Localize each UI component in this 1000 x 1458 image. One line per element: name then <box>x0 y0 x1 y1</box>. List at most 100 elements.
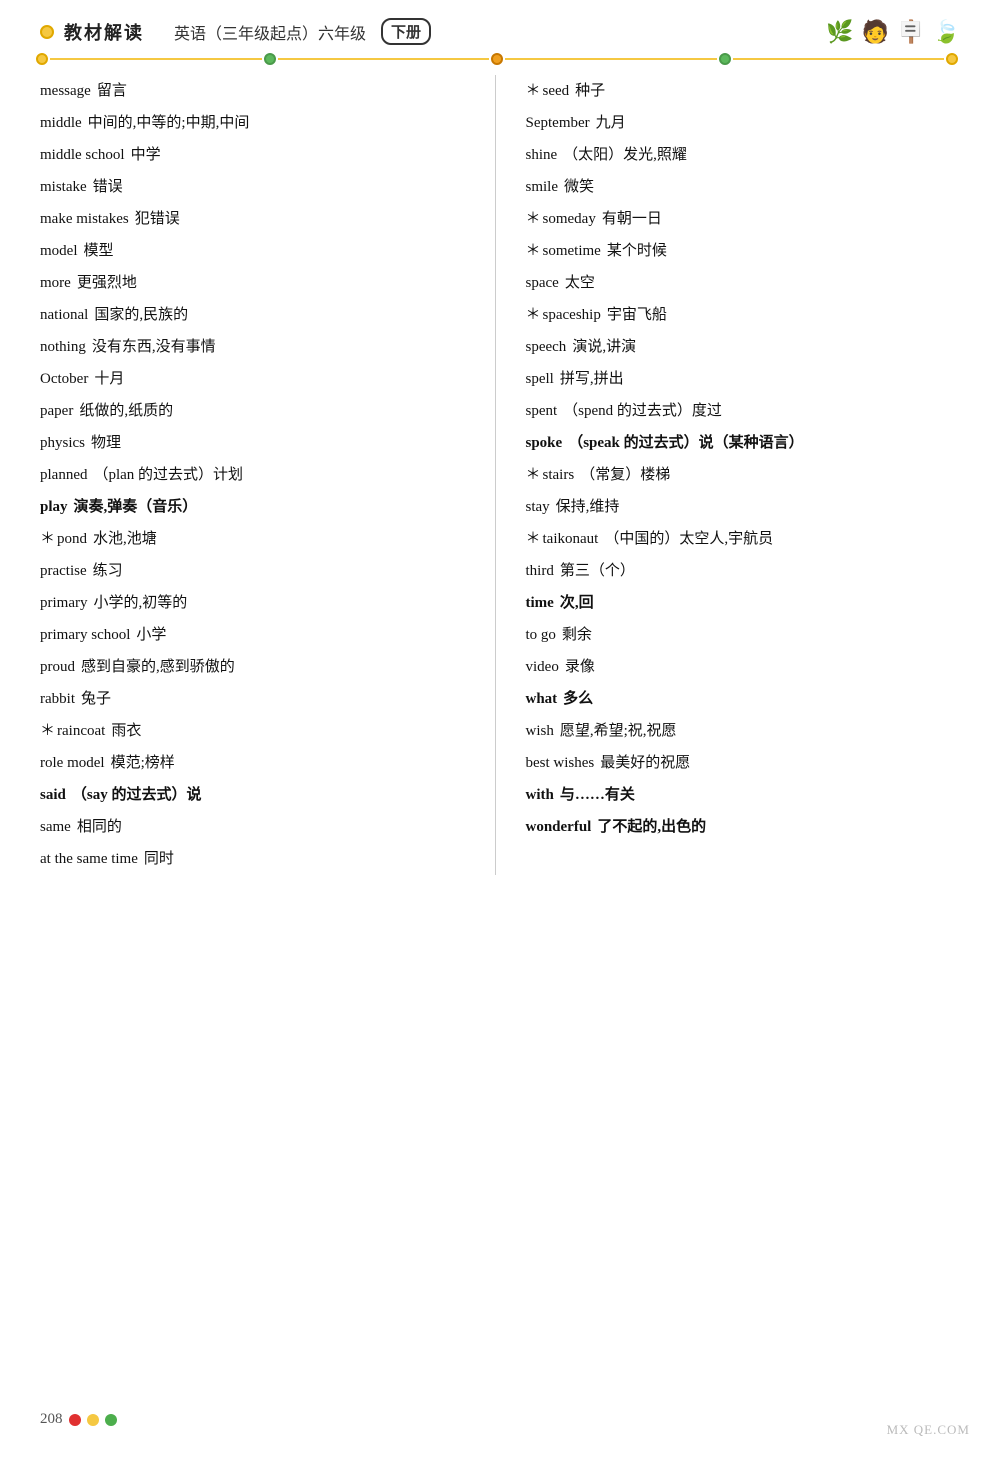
header-icons: 🌿 🧑 🪧 🍃 <box>826 19 960 45</box>
entry-word: play <box>40 495 68 519</box>
entry-word: national <box>40 303 88 327</box>
main-content: message留言middle中间的,中等的;中期,中间middle schoo… <box>0 65 1000 875</box>
list-item: video录像 <box>526 651 961 683</box>
entry-meaning: 同时 <box>144 847 174 871</box>
entry-word: sometime <box>543 239 601 263</box>
entry-word: spaceship <box>543 303 601 327</box>
entry-meaning: （speak 的过去式）说（某种语言） <box>568 431 803 455</box>
entry-word: taikonaut <box>543 527 599 551</box>
entry-meaning: 剩余 <box>562 623 592 647</box>
footer-dot-yellow <box>87 1414 99 1426</box>
page-header: 教材解读 英语（三年级起点）六年级 下册 🌿 🧑 🪧 🍃 <box>0 0 1000 45</box>
list-item: best wishes最美好的祝愿 <box>526 747 961 779</box>
list-item: primary school小学 <box>40 619 475 651</box>
list-item: planned（plan 的过去式）计划 <box>40 459 475 491</box>
entry-meaning: 九月 <box>596 111 626 135</box>
entry-meaning: 演奏,弹奏（音乐） <box>74 495 198 519</box>
entry-meaning: 中间的,中等的;中期,中间 <box>88 111 250 135</box>
list-item: ＊raincoat雨衣 <box>40 715 475 747</box>
entry-word: shine <box>526 143 558 167</box>
entry-meaning: 有朝一日 <box>602 207 662 231</box>
timeline-dot-end <box>946 53 958 65</box>
timeline-line-4 <box>733 58 945 60</box>
asterisk-marker: ＊ <box>526 207 541 231</box>
entry-word: spent <box>526 399 558 423</box>
list-item: stay保持,维持 <box>526 491 961 523</box>
entry-meaning: 小学 <box>136 623 166 647</box>
entry-meaning: 兔子 <box>81 687 111 711</box>
entry-word: same <box>40 815 71 839</box>
timeline-dot-1 <box>264 53 276 65</box>
entry-meaning: （say 的过去式）说 <box>72 783 202 807</box>
entry-word: said <box>40 783 66 807</box>
entry-word: to go <box>526 623 556 647</box>
entry-meaning: 雨衣 <box>111 719 141 743</box>
entry-word: time <box>526 591 554 615</box>
entry-meaning: 某个时候 <box>607 239 667 263</box>
timeline-dot-start <box>36 53 48 65</box>
header-left: 教材解读 英语（三年级起点）六年级 下册 <box>40 18 431 45</box>
list-item: middle中间的,中等的;中期,中间 <box>40 107 475 139</box>
entry-meaning: 多么 <box>563 687 593 711</box>
entry-meaning: （spend 的过去式）度过 <box>563 399 722 423</box>
entry-word: mistake <box>40 175 87 199</box>
asterisk-marker: ＊ <box>40 527 55 551</box>
list-item: same相同的 <box>40 811 475 843</box>
entry-meaning: 国家的,民族的 <box>94 303 188 327</box>
entry-meaning: （太阳）发光,照耀 <box>563 143 687 167</box>
list-item: primary小学的,初等的 <box>40 587 475 619</box>
entry-meaning: 模型 <box>84 239 114 263</box>
entry-word: someday <box>543 207 596 231</box>
list-item: wonderful了不起的,出色的 <box>526 811 961 843</box>
entry-meaning: 模范;榜样 <box>111 751 175 775</box>
list-item: with与……有关 <box>526 779 961 811</box>
entry-word: stay <box>526 495 550 519</box>
list-item: wish愿望,希望;祝,祝愿 <box>526 715 961 747</box>
timeline-line-3 <box>505 58 717 60</box>
list-item: September九月 <box>526 107 961 139</box>
entry-word: September <box>526 111 590 135</box>
entry-word: primary <box>40 591 87 615</box>
timeline-dot-3 <box>719 53 731 65</box>
entry-meaning: 与……有关 <box>560 783 635 807</box>
list-item: role model模范;榜样 <box>40 747 475 779</box>
grass-icon: 🌿 <box>826 19 853 45</box>
list-item: message留言 <box>40 75 475 107</box>
entry-word: paper <box>40 399 73 423</box>
entry-meaning: 十月 <box>94 367 124 391</box>
list-item: spell拼写,拼出 <box>526 363 961 395</box>
list-item: middle school中学 <box>40 139 475 171</box>
entry-meaning: 留言 <box>97 79 127 103</box>
list-item: smile微笑 <box>526 171 961 203</box>
header-tag: 下册 <box>381 18 431 45</box>
list-item: national国家的,民族的 <box>40 299 475 331</box>
list-item: time次,回 <box>526 587 961 619</box>
footer-dot-red <box>69 1414 81 1426</box>
entry-meaning: 中学 <box>131 143 161 167</box>
header-title: 教材解读 <box>64 19 144 45</box>
list-item: what多么 <box>526 683 961 715</box>
entry-meaning: 犯错误 <box>135 207 180 231</box>
entry-word: middle school <box>40 143 125 167</box>
asterisk-marker: ＊ <box>526 79 541 103</box>
entry-meaning: 次,回 <box>560 591 594 615</box>
asterisk-marker: ＊ <box>526 527 541 551</box>
sign-icon: 🪧 <box>897 19 924 45</box>
timeline-dot-2 <box>491 53 503 65</box>
entry-meaning: 最美好的祝愿 <box>600 751 690 775</box>
list-item: third第三（个） <box>526 555 961 587</box>
entry-meaning: 了不起的,出色的 <box>597 815 706 839</box>
entry-word: proud <box>40 655 75 679</box>
leaf-icon: 🍃 <box>933 19 960 45</box>
entry-word: space <box>526 271 559 295</box>
entry-word: spell <box>526 367 554 391</box>
entry-word: video <box>526 655 559 679</box>
header-bullet-icon <box>40 25 54 39</box>
entry-meaning: 拼写,拼出 <box>560 367 624 391</box>
list-item: mistake错误 <box>40 171 475 203</box>
list-item: space太空 <box>526 267 961 299</box>
list-item: shine（太阳）发光,照耀 <box>526 139 961 171</box>
entry-word: wonderful <box>526 815 592 839</box>
entry-word: smile <box>526 175 559 199</box>
entry-meaning: 错误 <box>93 175 123 199</box>
